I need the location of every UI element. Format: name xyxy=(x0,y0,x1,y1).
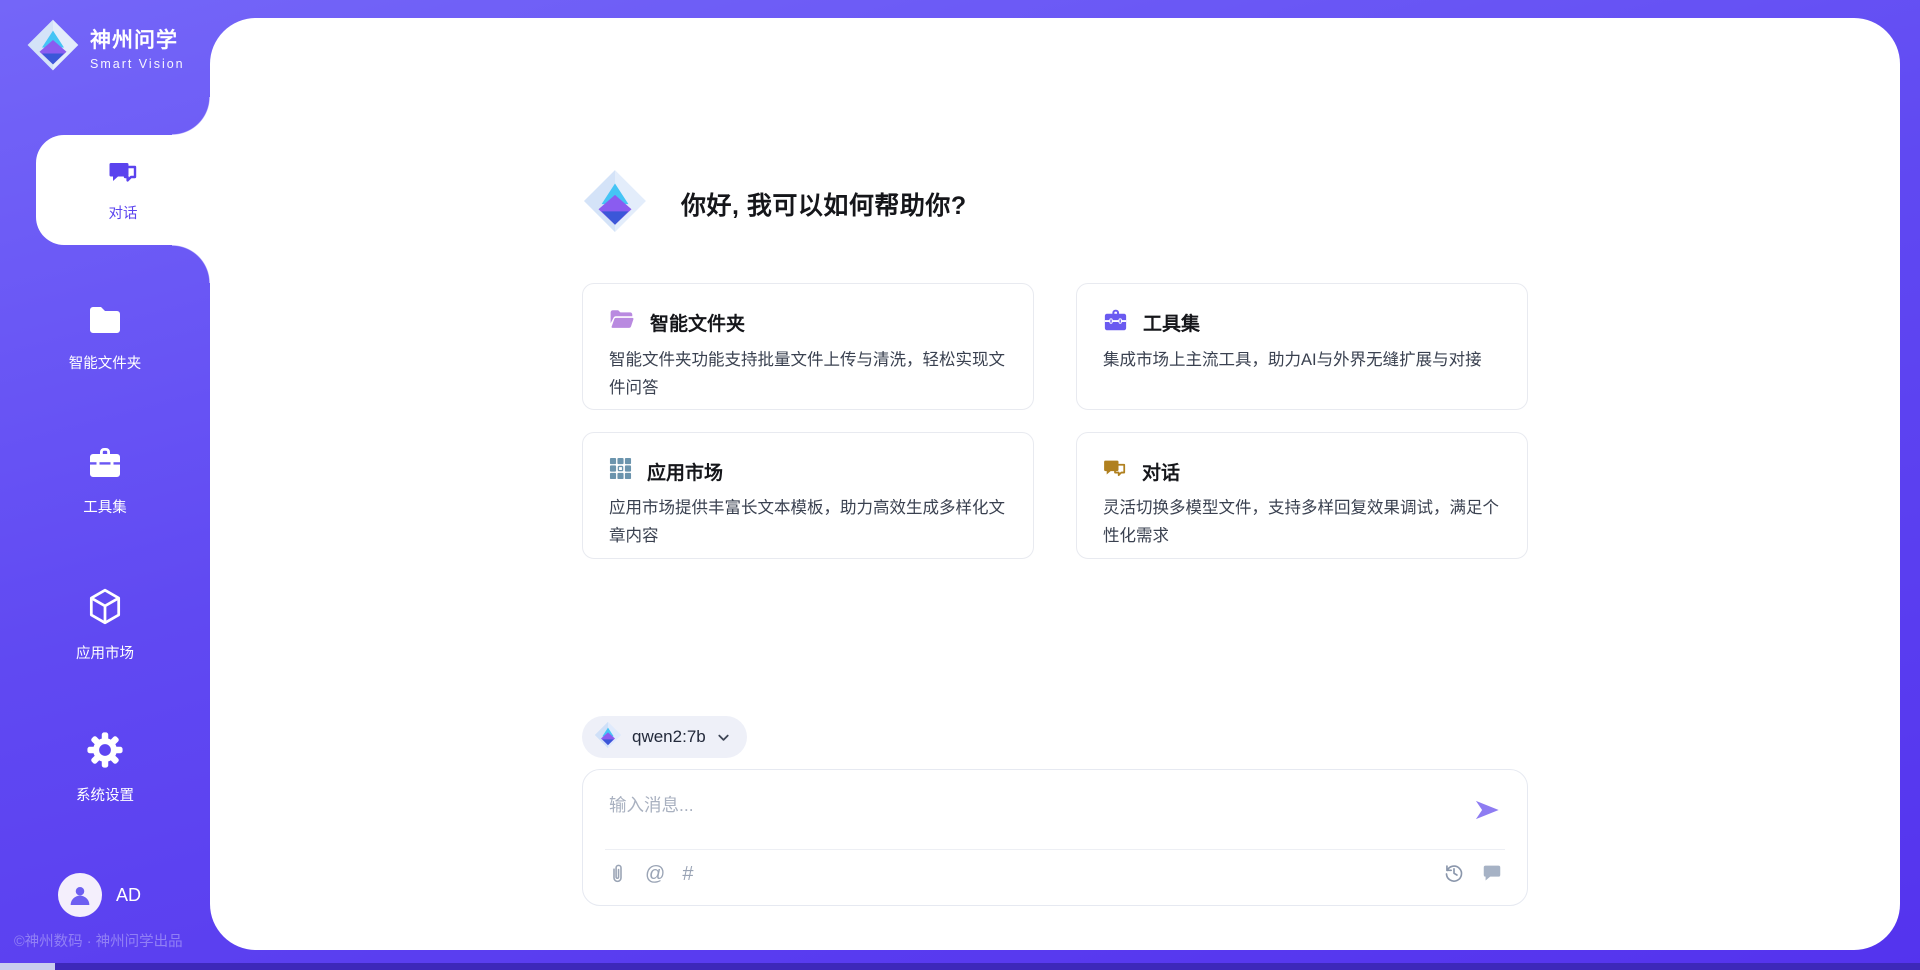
card-title: 应用市场 xyxy=(647,458,723,485)
app-window: 神州问学 Smart Vision 对话 智能文件夹 xyxy=(0,0,1920,970)
model-name: qwen2:7b xyxy=(632,727,706,747)
briefcase-icon xyxy=(86,445,124,486)
sidebar-item-label: 对话 xyxy=(109,202,138,223)
card-toolset[interactable]: 工具集 集成市场上主流工具，助力AI与外界无缝扩展与对接 xyxy=(1076,283,1528,410)
brand: 神州问学 Smart Vision xyxy=(26,18,185,77)
hashtag-icon[interactable]: # xyxy=(682,863,693,885)
chat-bubble-icon[interactable] xyxy=(1481,862,1503,884)
sidebar-item-label: 智能文件夹 xyxy=(69,352,142,373)
sidebar-item-label: 系统设置 xyxy=(76,784,134,805)
brand-subtitle: Smart Vision xyxy=(90,57,185,71)
send-icon[interactable] xyxy=(1473,796,1501,824)
sidebar-item-app-market[interactable]: 应用市场 xyxy=(0,587,210,663)
folder-open-icon xyxy=(609,308,635,337)
greeting: 你好, 我可以如何帮助你? xyxy=(582,168,1528,239)
input-divider xyxy=(605,849,1505,850)
sidebar-item-label: 工具集 xyxy=(83,496,127,517)
user-profile[interactable]: AD xyxy=(58,873,141,917)
card-smart-folder[interactable]: 智能文件夹 智能文件夹功能支持批量文件上传与清洗，轻松实现文件问答 xyxy=(582,283,1034,410)
brand-logo-icon xyxy=(26,18,80,77)
message-input[interactable] xyxy=(609,788,1457,822)
model-logo-icon xyxy=(594,721,622,754)
card-description: 应用市场提供丰富长文本模板，助力高效生成多样化文章内容 xyxy=(609,494,1007,550)
user-initials: AD xyxy=(116,885,141,906)
message-input-box: @ # xyxy=(582,769,1528,906)
folder-icon xyxy=(86,303,124,342)
card-title: 工具集 xyxy=(1143,309,1200,336)
sidebar-item-settings[interactable]: 系统设置 xyxy=(0,731,210,805)
card-description: 灵活切换多模型文件，支持多样回复效果调试，满足个性化需求 xyxy=(1103,494,1501,550)
sidebar-item-label: 应用市场 xyxy=(76,642,134,663)
screen-edge-strip-left xyxy=(0,963,55,970)
avatar xyxy=(58,873,102,917)
tab-curve-top xyxy=(172,97,210,135)
greeting-title: 你好, 我可以如何帮助你? xyxy=(681,186,967,222)
copyright-text: ©神州数码 · 神州问学出品 xyxy=(14,930,183,951)
card-title: 对话 xyxy=(1142,458,1180,485)
chat-icon xyxy=(1103,457,1127,485)
brand-name: 神州问学 xyxy=(90,24,185,54)
attachment-icon[interactable] xyxy=(607,862,628,885)
card-title: 智能文件夹 xyxy=(650,309,745,336)
card-chat[interactable]: 对话 灵活切换多模型文件，支持多样回复效果调试，满足个性化需求 xyxy=(1076,432,1528,559)
sidebar-item-toolset[interactable]: 工具集 xyxy=(0,445,210,517)
feature-cards: 智能文件夹 智能文件夹功能支持批量文件上传与清洗，轻松实现文件问答 xyxy=(582,283,1528,559)
composer-area: qwen2:7b xyxy=(582,716,1528,906)
history-icon[interactable] xyxy=(1443,862,1465,884)
sidebar-item-smart-folder[interactable]: 智能文件夹 xyxy=(0,303,210,373)
gear-icon xyxy=(86,731,124,774)
cube-icon xyxy=(86,587,124,632)
model-selector[interactable]: qwen2:7b xyxy=(582,716,747,758)
screen-edge-strip xyxy=(0,963,1920,970)
mention-icon[interactable]: @ xyxy=(645,863,665,885)
card-description: 智能文件夹功能支持批量文件上传与清洗，轻松实现文件问答 xyxy=(609,346,1007,402)
chat-icon xyxy=(107,157,139,194)
sidebar: 神州问学 Smart Vision 对话 智能文件夹 xyxy=(0,0,210,970)
sidebar-item-chat[interactable]: 对话 xyxy=(36,135,210,245)
assistant-logo-icon xyxy=(582,168,648,239)
grid-icon xyxy=(609,457,632,485)
card-description: 集成市场上主流工具，助力AI与外界无缝扩展与对接 xyxy=(1103,346,1501,374)
briefcase-icon xyxy=(1103,308,1128,337)
chevron-down-icon xyxy=(716,730,731,745)
card-app-market[interactable]: 应用市场 应用市场提供丰富长文本模板，助力高效生成多样化文章内容 xyxy=(582,432,1034,559)
tab-curve-bottom xyxy=(172,245,210,283)
main-panel: 你好, 我可以如何帮助你? 智能文件夹 xyxy=(210,18,1900,950)
